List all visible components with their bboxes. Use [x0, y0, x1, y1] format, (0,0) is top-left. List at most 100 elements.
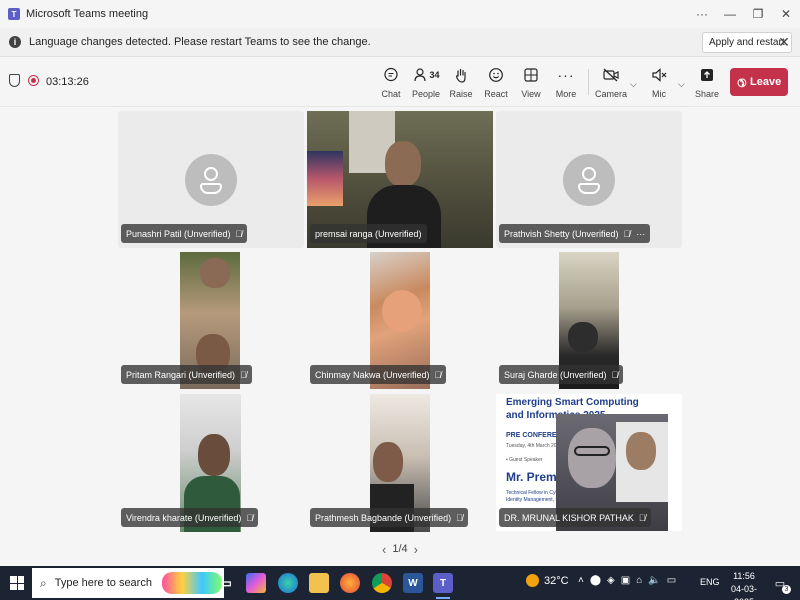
- word-icon[interactable]: W: [403, 573, 423, 593]
- participant-name: Chinmay Nakwa (Unverified): [315, 369, 430, 380]
- raise-hand-button[interactable]: Raise: [441, 65, 481, 99]
- firefox-icon[interactable]: [340, 573, 360, 593]
- participant-tile[interactable]: Prathmesh Bagbande (Unverified) 🎙̸: [307, 394, 493, 532]
- banner-message: Language changes detected. Please restar…: [29, 36, 371, 48]
- windows-start-icon[interactable]: [10, 576, 24, 590]
- participant-tile[interactable]: Virendra kharate (Unverified) 🎙̸: [118, 394, 304, 532]
- mic-button[interactable]: Mic: [639, 65, 679, 99]
- meeting-stage: Punashri Patil (Unverified) 🎙̸ premsai r…: [0, 108, 800, 566]
- mic-muted-icon: 🎙̸: [456, 512, 463, 523]
- speaker-face: [568, 428, 616, 488]
- mic-muted-icon: 🎙̸: [623, 228, 631, 239]
- raise-label: Raise: [449, 89, 473, 99]
- participant-name: Punashri Patil (Unverified): [126, 228, 231, 239]
- people-label: People: [411, 89, 441, 99]
- people-icon: 34: [412, 65, 440, 85]
- participant-name: Prathvish Shetty (Unverified): [504, 228, 619, 239]
- react-button[interactable]: React: [476, 65, 516, 99]
- leave-button[interactable]: ✆ Leave: [730, 68, 788, 96]
- share-icon: [699, 65, 715, 85]
- clock-time: 11:56: [733, 571, 755, 581]
- notification-icon[interactable]: ▭ 3: [772, 575, 791, 594]
- react-label: React: [484, 89, 508, 99]
- participant-tile[interactable]: Chinmay Nakwa (Unverified) 🎙̸: [307, 252, 493, 389]
- participant-tile[interactable]: Suraj Gharde (Unverified) 🎙̸: [496, 252, 682, 389]
- speaker-glasses: [574, 446, 610, 456]
- participant-name-tag: Prathmesh Bagbande (Unverified) 🎙̸: [310, 508, 468, 527]
- teams-taskbar-icon[interactable]: T: [433, 573, 453, 599]
- weather-widget[interactable]: 32°C: [526, 574, 569, 587]
- participant-tile[interactable]: premsai ranga (Unverified): [307, 111, 493, 248]
- chevron-up-icon[interactable]: ˄: [578, 575, 584, 586]
- more-options-button[interactable]: ···: [688, 0, 716, 28]
- page-indicator: 1/4: [392, 543, 408, 555]
- camera-options-chevron-icon[interactable]: ⌵: [630, 79, 637, 90]
- more-button[interactable]: ··· More: [546, 65, 586, 99]
- smiley-icon: [488, 65, 504, 85]
- participant-tile[interactable]: Punashri Patil (Unverified) 🎙̸: [118, 111, 304, 248]
- shield-icon[interactable]: [9, 74, 20, 87]
- previous-page-icon[interactable]: ‹: [382, 542, 386, 557]
- battery-icon[interactable]: ▭: [667, 575, 676, 586]
- banner-close-button[interactable]: ✕: [776, 34, 792, 50]
- camera-off-icon: [602, 65, 620, 85]
- windows-taskbar: ⌕ Type here to search ▭ W T 32°C ˄ ⬤ ◈ ▣…: [0, 566, 800, 600]
- person-face: [373, 442, 403, 482]
- chat-icon: [383, 65, 399, 85]
- mic-muted-icon: 🎙̸: [638, 512, 646, 523]
- meeting-toolbar: 03:13:26 Chat 34 People Raise React View…: [0, 57, 800, 107]
- participant-name-tag: Suraj Gharde (Unverified) 🎙̸: [499, 365, 624, 384]
- minimize-button[interactable]: —: [716, 0, 744, 28]
- people-button[interactable]: 34 People: [406, 65, 446, 99]
- taskbar-clock[interactable]: 11:56 04-03-2025: [722, 570, 766, 600]
- participant-name-tag: DR. MRUNAL KISHOR PATHAK 🎙̸: [499, 508, 651, 527]
- taskbar-search-box[interactable]: ⌕ Type here to search: [32, 568, 224, 598]
- participant-name: Suraj Gharde (Unverified): [504, 369, 607, 380]
- edge-icon[interactable]: [278, 573, 298, 593]
- slide-guest-label: • Guest Speaker: [506, 457, 543, 463]
- blurred-hand: [382, 290, 422, 332]
- chrome-icon[interactable]: [372, 573, 392, 593]
- sun-icon: [526, 574, 539, 587]
- language-change-banner: i Language changes detected. Please rest…: [0, 28, 800, 57]
- file-explorer-icon[interactable]: [309, 573, 329, 593]
- gallery-pager: ‹ 1/4 ›: [376, 541, 424, 557]
- participant-name-tag: Virendra kharate (Unverified) 🎙̸: [121, 508, 259, 527]
- recording-icon[interactable]: [28, 75, 39, 86]
- meeting-timer: 03:13:26: [46, 76, 89, 88]
- shared-content-tile[interactable]: Emerging Smart Computing and Informatics…: [496, 394, 682, 532]
- info-icon: i: [9, 36, 21, 48]
- language-indicator[interactable]: ENG: [700, 577, 720, 587]
- system-tray: ˄ ⬤ ◈ ▣ ⌂ 🔈 ▭: [578, 575, 682, 586]
- network-icon[interactable]: ⌂: [636, 575, 642, 586]
- search-icon: ⌕: [40, 575, 47, 590]
- maximize-button[interactable]: ❐: [744, 0, 772, 28]
- phone-icon: ✆: [733, 74, 749, 90]
- app-tray-icon[interactable]: ⬤: [590, 575, 601, 586]
- volume-icon[interactable]: 🔈: [648, 575, 660, 586]
- participant-more-icon[interactable]: ···: [636, 229, 645, 239]
- participant-name-tag: Punashri Patil (Unverified) 🎙̸: [121, 224, 248, 243]
- participant-tile[interactable]: Prathvish Shetty (Unverified) 🎙̸ ···: [496, 111, 682, 248]
- notification-badge: 3: [782, 585, 791, 594]
- window-title: Microsoft Teams meeting: [26, 8, 149, 20]
- mic-options-chevron-icon[interactable]: ⌵: [678, 79, 685, 90]
- share-label: Share: [694, 89, 720, 99]
- close-window-button[interactable]: ✕: [772, 0, 800, 28]
- participant-name-tag: Chinmay Nakwa (Unverified) 🎙̸: [310, 365, 447, 384]
- display-icon[interactable]: ▣: [621, 575, 630, 586]
- view-button[interactable]: View: [511, 65, 551, 99]
- chat-label: Chat: [381, 89, 401, 99]
- window-titlebar: T Microsoft Teams meeting ··· — ❐ ✕: [0, 0, 800, 28]
- participant-tile[interactable]: Pritam Rangari (Unverified) 🎙̸: [118, 252, 304, 389]
- copilot-icon[interactable]: [246, 573, 266, 593]
- person-face: [198, 434, 230, 476]
- task-view-icon[interactable]: ▭: [216, 573, 236, 593]
- share-button[interactable]: Share: [687, 65, 727, 99]
- defender-icon[interactable]: ◈: [607, 575, 615, 586]
- chat-button[interactable]: Chat: [371, 65, 411, 99]
- next-page-icon[interactable]: ›: [414, 542, 418, 557]
- camera-button[interactable]: Camera: [591, 65, 631, 99]
- participant-name-tag: Pritam Rangari (Unverified) 🎙̸: [121, 365, 252, 384]
- participant-name-tag: Prathvish Shetty (Unverified) 🎙̸ ···: [499, 224, 651, 243]
